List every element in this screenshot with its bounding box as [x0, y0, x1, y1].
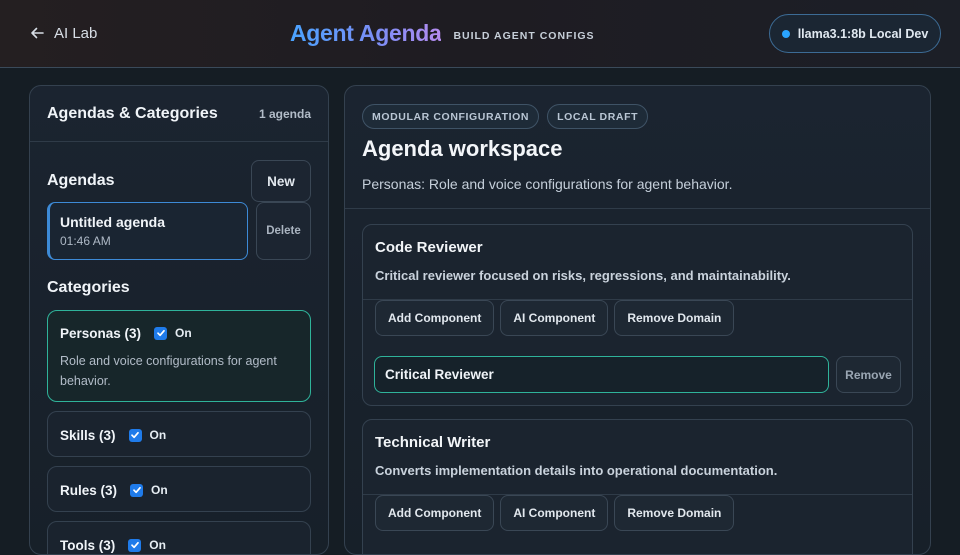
workspace-title: Agenda workspace: [362, 136, 563, 161]
remove-domain-button[interactable]: Remove Domain: [614, 495, 735, 531]
agenda-item[interactable]: Untitled agenda 01:46 AM: [47, 202, 248, 260]
domain-card-technical-writer: Technical Writer Converts implementation…: [362, 419, 913, 554]
category-rules[interactable]: Rules (3) On: [47, 466, 311, 512]
domain-description: Critical reviewer focused on risks, regr…: [375, 268, 791, 283]
check-icon: [131, 431, 139, 439]
domain-description: Converts implementation details into ope…: [375, 463, 778, 478]
check-icon: [130, 541, 139, 549]
new-agenda-button[interactable]: New: [251, 160, 311, 202]
category-toggle-checkbox[interactable]: [128, 538, 142, 552]
back-link[interactable]: AI Lab: [30, 22, 97, 44]
category-name: Rules (3): [60, 482, 118, 498]
ai-component-button[interactable]: AI Component: [500, 495, 609, 531]
ai-component-button[interactable]: AI Component: [500, 300, 609, 336]
app-subtitle: BUILD AGENT CONFIGS: [453, 30, 595, 42]
category-skills[interactable]: Skills (3) On: [47, 411, 311, 457]
category-on-label: On: [149, 428, 167, 442]
sidebar-panel: Agendas & Categories 1 agenda Agendas Ne…: [29, 85, 329, 555]
category-name: Personas (3): [60, 325, 142, 341]
category-on-label: On: [175, 326, 192, 340]
arrow-left-icon: [31, 27, 44, 39]
agendas-heading: Agendas: [47, 172, 115, 189]
agenda-time: 01:46 AM: [60, 234, 111, 248]
model-selector[interactable]: llama3.1:8b Local Dev: [769, 14, 941, 53]
back-link-label: AI Lab: [54, 24, 98, 42]
category-toggle-checkbox[interactable]: [130, 483, 144, 497]
sidebar-header: Agendas & Categories 1 agenda: [30, 86, 328, 142]
agenda-count: 1 agenda: [258, 106, 311, 121]
remove-domain-button[interactable]: Remove Domain: [614, 300, 735, 336]
tag-badge: MODULAR CONFIGURATION: [362, 104, 540, 129]
check-icon: [132, 486, 141, 494]
add-component-button[interactable]: Add Component: [375, 300, 495, 336]
agenda-name: Untitled agenda: [60, 214, 166, 230]
category-on-label: On: [151, 483, 168, 497]
category-name: Skills (3): [60, 427, 116, 443]
domain-card-code-reviewer: Code Reviewer Critical reviewer focused …: [362, 224, 913, 406]
divider: [345, 208, 930, 209]
app-title: Agent Agenda: [290, 19, 442, 46]
category-personas[interactable]: Personas (3) On Role and voice configura…: [47, 310, 311, 402]
category-description: Role and voice configurations for agent …: [60, 354, 277, 388]
component-row: Remove: [363, 336, 912, 396]
remove-component-button[interactable]: Remove: [836, 356, 901, 393]
add-component-button[interactable]: Add Component: [375, 495, 495, 531]
category-toggle-checkbox[interactable]: [128, 428, 142, 442]
category-toggle-checkbox[interactable]: [154, 326, 168, 340]
workspace-tags: MODULAR CONFIGURATION LOCAL DRAFT: [362, 104, 649, 129]
model-label: llama3.1:8b Local Dev: [797, 26, 929, 41]
domain-actions: Add Component AI Component Remove Domain: [363, 300, 912, 336]
domain-name: Code Reviewer: [375, 239, 483, 256]
workspace-panel: MODULAR CONFIGURATION LOCAL DRAFT Agenda…: [344, 85, 931, 555]
check-icon: [156, 329, 165, 337]
category-on-label: On: [149, 538, 166, 552]
component-name-input[interactable]: [374, 356, 829, 393]
workspace-description: Personas: Role and voice configurations …: [362, 176, 733, 192]
category-tools[interactable]: Tools (3) On: [47, 521, 311, 554]
sidebar-title: Agendas & Categories: [47, 104, 218, 122]
categories-heading: Categories: [47, 279, 130, 296]
domain-name: Technical Writer: [375, 434, 491, 451]
top-bar: AI Lab Agent Agenda BUILD AGENT CONFIGS …: [0, 0, 960, 68]
status-dot-icon: [781, 29, 790, 38]
tag-badge: LOCAL DRAFT: [547, 104, 649, 129]
brand: Agent Agenda BUILD AGENT CONFIGS: [290, 18, 595, 48]
domain-actions: Add Component AI Component Remove Domain: [363, 495, 912, 531]
delete-agenda-button[interactable]: Delete: [256, 202, 311, 260]
